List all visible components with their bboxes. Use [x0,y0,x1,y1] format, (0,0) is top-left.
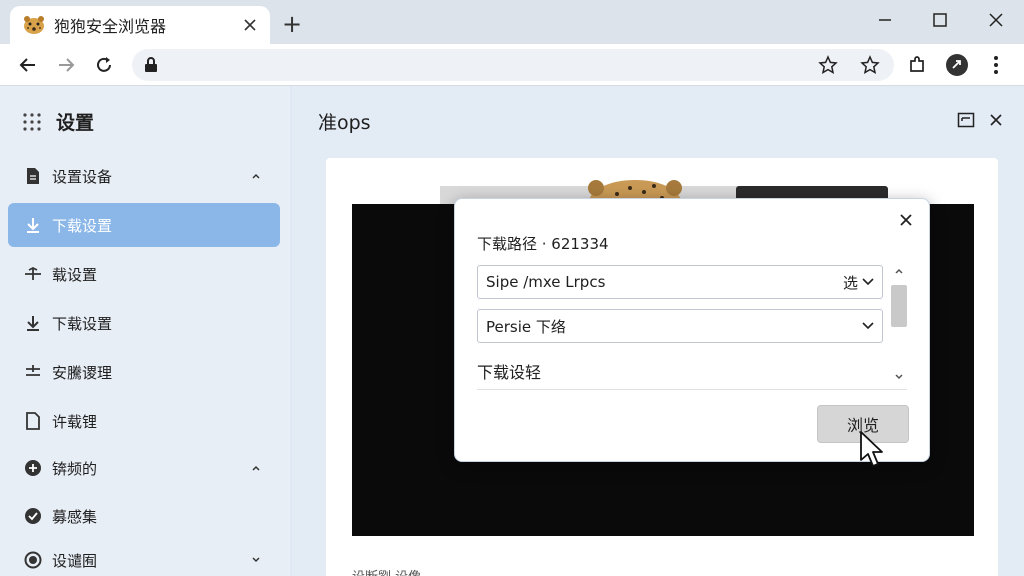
download-name-value: Persie 下络 [486,317,566,336]
download-path-label: 下载路径 · 621334 [477,235,609,253]
scroll-down-icon[interactable] [894,373,904,381]
tab-close-icon[interactable] [240,15,260,35]
sidebar-item-transfer-settings[interactable]: 载设置 [8,252,280,296]
profile-avatar-icon[interactable] [943,51,971,79]
sidebar-item-media[interactable]: 锛频的 [8,446,280,490]
dialog-scrollbar[interactable] [889,265,909,387]
chevron-down-icon [862,322,874,330]
forward-icon[interactable] [52,51,80,79]
tab-title: 狍狍安全浏览器 [54,17,167,36]
chevron-up-icon[interactable] [246,166,266,186]
grid-menu-icon[interactable] [22,112,42,132]
sidebar-item-label: 锛频的 [52,459,98,478]
panel-close-icon[interactable] [984,108,1008,132]
sidebar-title: 设置 [56,112,95,134]
document-icon [22,165,44,187]
page-title: 准ops [318,112,371,134]
extensions-icon[interactable] [903,51,931,79]
download-folder-value: Sipe /mxe Lrpcs [486,273,606,291]
scroll-up-icon[interactable] [894,267,904,275]
sidebar-item-download-settings-2[interactable]: 下载设置 [8,301,280,345]
bookmark-star-icon[interactable] [818,55,838,75]
menu-dots-icon[interactable] [982,51,1010,79]
address-bar[interactable] [132,49,894,81]
download-path-dialog: 下载路径 · 621334 Sipe /mxe Lrpcs 选 Persie 下… [454,198,930,462]
favorites-star-icon[interactable] [856,51,884,79]
tab-strip: 狍狍安全浏览器 + [0,0,1024,44]
new-tab-button[interactable]: + [280,10,304,38]
sidebar-item-download-settings[interactable]: 下载设置 [8,203,280,247]
download-name-select[interactable]: Persie 下络 [477,309,883,343]
dialog-close-icon[interactable] [895,209,917,231]
maximize-icon[interactable] [925,6,955,34]
browser-tab[interactable]: 狍狍安全浏览器 [10,6,270,44]
sidebar-item-label: 载设置 [52,265,98,284]
chevron-down-icon[interactable] [246,550,266,570]
sidebar-item-permissions[interactable]: 许载锂 [8,399,280,443]
sidebar-item-settings-more[interactable]: 设谴囿 [8,538,280,576]
chevron-down-icon [862,278,874,286]
download-folder-select[interactable]: Sipe /mxe Lrpcs 选 [477,265,883,299]
reload-icon[interactable] [90,51,118,79]
mouse-cursor-icon [860,431,883,467]
download-settings-section-label: 下载设轻 [477,363,542,382]
sidebar-item-security-management[interactable]: 安騰谡理 [8,350,280,394]
sliders-icon [22,361,44,383]
radio-icon [22,549,44,571]
sidebar-item-label: 募感集 [52,507,98,526]
dialog-divider [477,389,907,390]
sidebar-item-label: 设谴囿 [52,551,98,570]
chevron-up-icon[interactable] [246,458,266,478]
minimize-icon[interactable] [870,6,900,34]
plus-circle-icon [22,457,44,479]
window-close-icon[interactable] [981,6,1011,34]
sidebar-item-collection[interactable]: 募感集 [8,494,280,538]
download-icon [22,312,44,334]
sidebar-item-label: 下载设置 [52,314,113,333]
sidebar-item-label: 安騰谡理 [52,363,113,382]
sidebar-item-device-settings[interactable]: 设置设备 [8,154,280,198]
download-icon [22,214,44,236]
select-label: 选 [842,273,858,292]
sidebar-item-label: 许载锂 [52,412,98,431]
sidebar-item-label: 下载设置 [52,216,113,235]
sidebar-item-label: 设置设备 [52,167,113,186]
sidebar-header: 设置 [22,108,94,135]
card-footer-text: 设断劉 设像 [352,566,421,576]
scroll-thumb[interactable] [891,285,907,327]
leopard-logo-icon [24,16,44,34]
lock-icon [145,57,157,72]
document-icon [22,410,44,432]
settings-sidebar: 设置 设置设备 下载设置 载设置 下载设置 安騰谡理 许载锂 锛频的 募感集 设… [0,86,290,576]
transfer-icon [22,263,44,285]
panel-toggle-icon[interactable] [954,108,978,132]
browser-toolbar [0,44,1024,86]
back-icon[interactable] [14,51,42,79]
check-circle-icon [22,505,44,527]
